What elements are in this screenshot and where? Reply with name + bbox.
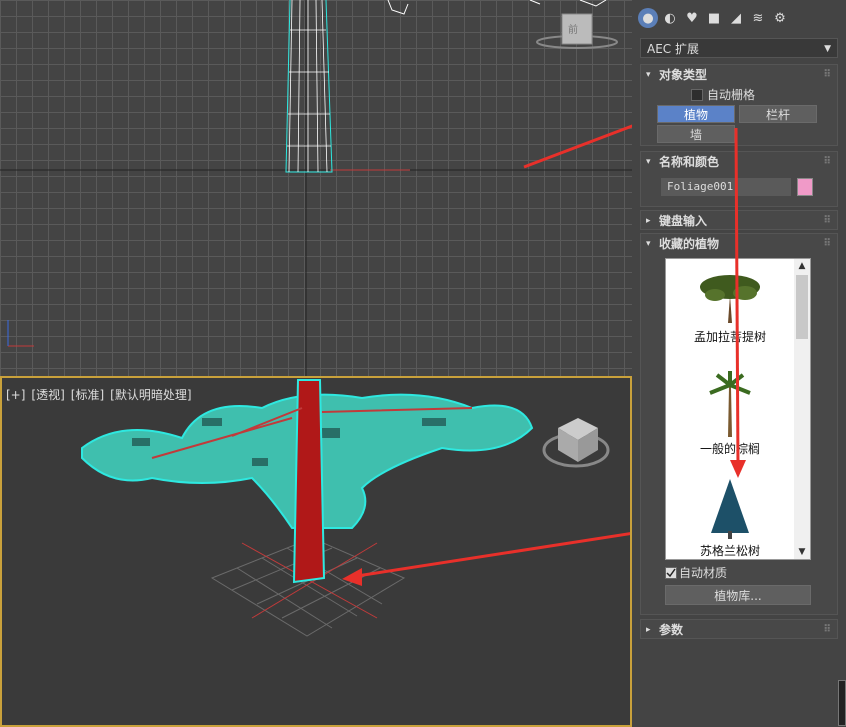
category-dropdown[interactable]: AEC 扩展 ▼ — [640, 38, 838, 58]
category-dropdown-value: AEC 扩展 — [647, 42, 699, 56]
motion-icon[interactable]: ■ — [704, 8, 724, 28]
plant-name: 苏格兰松树 — [699, 544, 760, 558]
plant-name: 孟加拉菩提树 — [693, 330, 766, 344]
collapse-icon: ▾ — [646, 70, 651, 80]
drag-handle-icon: ⠿ — [823, 238, 831, 249]
name-color-title: 名称和颜色 — [659, 155, 720, 169]
utilities-icon[interactable]: ≋ — [748, 8, 768, 28]
collapse-icon: ▾ — [646, 157, 651, 167]
scroll-thumb[interactable] — [796, 275, 808, 339]
auto-grid-checkbox[interactable] — [691, 89, 703, 101]
foliage-button[interactable]: 植物 — [657, 105, 735, 123]
auto-material-label: 自动材质 — [679, 566, 728, 580]
plant-name: 一般的棕榈 — [699, 442, 760, 456]
view-cube-top[interactable]: 前 — [536, 13, 618, 49]
object-color-swatch[interactable] — [797, 178, 813, 196]
plant-library-button[interactable]: 植物库... — [665, 585, 811, 605]
plant-list-scrollbar[interactable]: ▲ ▼ — [794, 259, 810, 559]
annotation-arrow-top — [523, 124, 632, 169]
parameters-rollout: ▸ 参数 ⠿ — [640, 619, 838, 639]
scroll-down-icon[interactable]: ▼ — [794, 545, 810, 559]
object-type-title: 对象类型 — [659, 68, 708, 82]
parameters-header[interactable]: ▸ 参数 ⠿ — [641, 620, 837, 640]
keyboard-entry-header[interactable]: ▸ 键盘输入 ⠿ — [641, 211, 837, 231]
plant-item[interactable]: 孟加拉菩提树 — [666, 265, 794, 345]
plant-item[interactable]: 苏格兰松树 — [666, 477, 794, 559]
settings-icon[interactable]: ⚙ — [770, 8, 790, 28]
plant-list[interactable]: 孟加拉菩提树 一般的棕榈 苏格兰松树 ▲ ▼ — [665, 258, 811, 560]
hierarchy-icon[interactable]: ♥ — [682, 8, 702, 28]
auto-grid-label: 自动栅格 — [707, 88, 756, 102]
keyboard-entry-title: 键盘输入 — [659, 214, 708, 228]
wall-button[interactable]: 墙 — [657, 125, 735, 143]
modify-icon[interactable]: ◐ — [660, 8, 680, 28]
favorite-plants-header[interactable]: ▾ 收藏的植物 ⠿ — [641, 234, 837, 254]
annotation-arrow-perspective — [342, 532, 630, 586]
scroll-up-icon[interactable]: ▲ — [794, 259, 810, 273]
object-type-rollout: ▾ 对象类型 ⠿ 自动栅格 植物 栏杆 墙 — [640, 64, 838, 146]
drag-handle-icon: ⠿ — [823, 156, 831, 167]
banyan-tree-icon — [700, 275, 760, 323]
object-type-header[interactable]: ▾ 对象类型 ⠿ — [641, 65, 837, 85]
drag-handle-icon: ⠿ — [823, 624, 831, 635]
checkmark-icon — [666, 568, 676, 578]
plant-item[interactable]: 一般的棕榈 — [666, 367, 794, 457]
chevron-down-icon: ▼ — [824, 44, 831, 54]
auto-material-checkbox[interactable] — [665, 567, 677, 579]
palm-tree-icon — [709, 371, 751, 437]
name-color-header[interactable]: ▾ 名称和颜色 ⠿ — [641, 152, 837, 172]
expand-icon: ▸ — [646, 625, 651, 635]
object-name-field[interactable]: Foliage001 — [661, 178, 791, 196]
create-icon[interactable]: ● — [638, 8, 658, 28]
scotch-pine-icon — [711, 479, 749, 539]
view-cube-perspective[interactable] — [542, 418, 610, 468]
top-viewport-canvas: 前 — [0, 0, 632, 376]
display-icon[interactable]: ◢ — [726, 8, 746, 28]
favorite-plants-rollout: ▾ 收藏的植物 ⠿ 孟加拉菩提树 一般的棕榈 苏格兰松树 ▲ ▼ 自动材质 植物… — [640, 233, 838, 615]
keyboard-entry-rollout: ▸ 键盘输入 ⠿ — [640, 210, 838, 230]
command-panel: ● ◐ ♥ ■ ◢ ≋ ⚙ AEC 扩展 ▼ ▾ 对象类型 ⠿ 自动栅格 植物 … — [634, 0, 846, 727]
expand-icon: ▸ — [646, 216, 651, 226]
name-color-rollout: ▾ 名称和颜色 ⠿ Foliage001 — [640, 151, 838, 207]
parameters-title: 参数 — [659, 623, 684, 637]
perspective-viewport[interactable]: [+] [透视] [标准] [默认明暗处理] — [0, 376, 632, 727]
axis-gizmo-top — [7, 320, 34, 347]
svg-text:前: 前 — [568, 23, 578, 36]
drag-handle-icon: ⠿ — [823, 215, 831, 226]
perspective-canvas — [81, 379, 630, 637]
top-viewport[interactable]: 前 — [0, 0, 632, 376]
railing-button[interactable]: 栏杆 — [739, 105, 817, 123]
favorite-plants-title: 收藏的植物 — [659, 237, 720, 251]
drag-handle-icon: ⠿ — [823, 69, 831, 80]
panel-scroll-strip[interactable] — [838, 680, 846, 726]
collapse-icon: ▾ — [646, 239, 651, 249]
tree-trunk-wireframe — [285, 0, 333, 173]
command-panel-tabs: ● ◐ ♥ ■ ◢ ≋ ⚙ — [638, 8, 790, 28]
